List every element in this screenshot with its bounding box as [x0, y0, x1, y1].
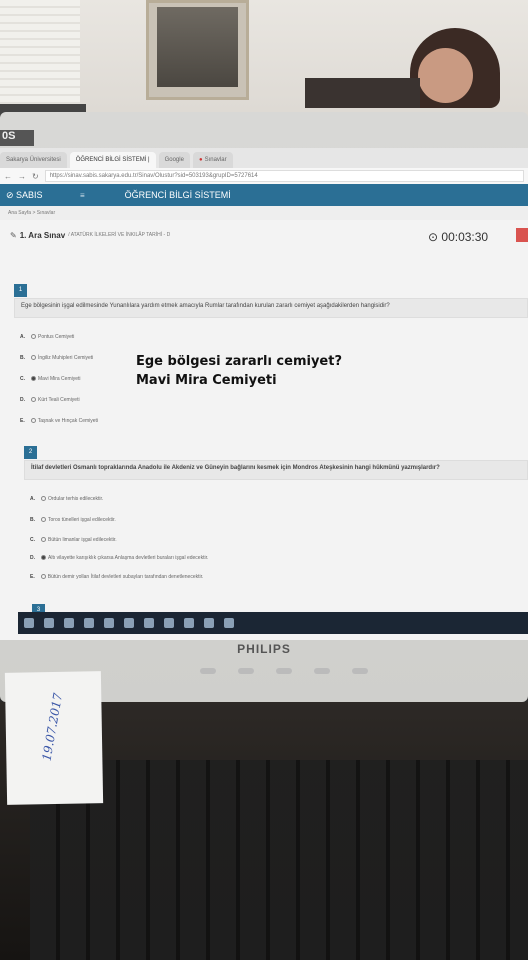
app-icon[interactable] [104, 618, 114, 628]
window-blind [0, 0, 80, 110]
monitor-button[interactable] [352, 668, 368, 674]
edit-icon: ✎ [10, 230, 17, 240]
folder-icon[interactable] [144, 618, 154, 628]
app-logo-label: SABIS [16, 189, 43, 200]
question-number: 2 [24, 446, 37, 459]
browser-tab[interactable]: Sınavlar [192, 152, 233, 168]
browser-tab[interactable]: Google [158, 152, 190, 168]
menu-icon[interactable]: ≡ [80, 191, 85, 200]
monitor-buttons [200, 668, 420, 680]
task-view-icon[interactable] [64, 618, 74, 628]
browser-icon[interactable] [124, 618, 134, 628]
overlay-line-2: Mavi Mira Cemiyeti [136, 373, 277, 388]
exam-header: ✎ 1. Ara Sınav / ATATÜRK İLKELERİ VE İNK… [0, 220, 528, 250]
monitor-brand: PHILIPS [237, 642, 291, 656]
windows-taskbar [18, 612, 528, 634]
app-icon[interactable] [224, 618, 234, 628]
exam-title: 1. Ara Sınav [19, 230, 66, 240]
option-a[interactable]: A. Pontus Cemiyeti [20, 334, 74, 340]
option-e[interactable]: E. Taşnak ve Hınçak Cemiyeti [20, 418, 98, 424]
app-icon[interactable] [204, 618, 214, 628]
finish-button[interactable] [516, 228, 528, 242]
app-icon[interactable] [164, 618, 174, 628]
question-text: İtilaf devletleri Osmanlı topraklarında … [24, 460, 528, 480]
option-a[interactable]: A. Ordular terhis edilecektir. [30, 496, 103, 502]
option-c[interactable]: C. Bütün limanlar işgal edilecektir. [30, 537, 117, 543]
option-e[interactable]: E. Bütün demir yolları İtilaf devletleri … [30, 574, 203, 580]
question-text: Ege bölgesinin işgal edilmesinde Yunanlı… [14, 298, 528, 318]
question-number: 1 [14, 284, 27, 297]
exam-timer: ⊙ 00:03:30 [428, 230, 489, 244]
option-c[interactable]: C. Mavi Mira Cemiyeti [20, 376, 81, 382]
start-icon[interactable] [24, 618, 34, 628]
monitor-button[interactable] [314, 668, 330, 674]
option-b[interactable]: B. Toros tünelleri işgal edilecektir. [30, 517, 116, 523]
search-icon[interactable] [44, 618, 54, 628]
option-d[interactable]: D. Altı vilayette karışıklık çıkarsa Anla… [30, 555, 208, 561]
overlay-caption: Ege bölgesi zararlı cemiyet? Mavi Mira C… [136, 352, 342, 390]
browser-tab-active[interactable]: ÖĞRENCİ BİLGİ SİSTEMİ | [69, 152, 156, 168]
back-monitor-edge-right [305, 78, 420, 108]
monitor-button[interactable] [276, 668, 292, 674]
browser-tabs: Sakarya Üniversitesi ÖĞRENCİ BİLGİ SİSTE… [0, 148, 528, 168]
address-bar: ← → ↻ https://sinav.sabis.sakarya.edu.tr… [0, 168, 528, 184]
overlay-line-1: Ege bölgesi zararlı cemiyet? [136, 354, 343, 369]
app-icon[interactable] [184, 618, 194, 628]
app-header: ⊘ SABIS ≡ ÖĞRENCİ BİLGİ SİSTEMİ [0, 184, 528, 206]
timer-value: 00:03:30 [441, 230, 489, 244]
reload-icon[interactable]: ↻ [32, 172, 39, 181]
option-b[interactable]: B. İngiliz Muhipleri Cemiyeti [20, 355, 93, 361]
os-badge: 0S [0, 130, 34, 146]
breadcrumb: Ana Sayfa > Sınavlar [0, 206, 528, 220]
exam-subtitle: / ATATÜRK İLKELERİ VE İNKILÂP TARİHİ - D [68, 232, 171, 238]
browser-tab[interactable]: Sakarya Üniversitesi [0, 152, 67, 168]
app-title: ÖĞRENCİ BİLGİ SİSTEMİ [124, 190, 231, 200]
monitor-button[interactable] [200, 668, 216, 674]
keyboard [30, 760, 528, 960]
url-field[interactable]: https://sinav.sabis.sakarya.edu.tr/Sinav… [44, 170, 524, 182]
option-d[interactable]: D. Kürt Teali Cemiyeti [20, 397, 80, 403]
back-arrow-icon[interactable]: ← [4, 172, 12, 181]
forward-arrow-icon[interactable]: → [18, 172, 26, 181]
person-face [418, 48, 473, 103]
wall-portrait-frame [146, 0, 249, 100]
app-icon[interactable] [84, 618, 94, 628]
app-logo[interactable]: ⊘ SABIS [0, 190, 80, 201]
monitor-button[interactable] [238, 668, 254, 674]
monitor-screen: Sakarya Üniversitesi ÖĞRENCİ BİLGİ SİSTE… [0, 148, 528, 640]
